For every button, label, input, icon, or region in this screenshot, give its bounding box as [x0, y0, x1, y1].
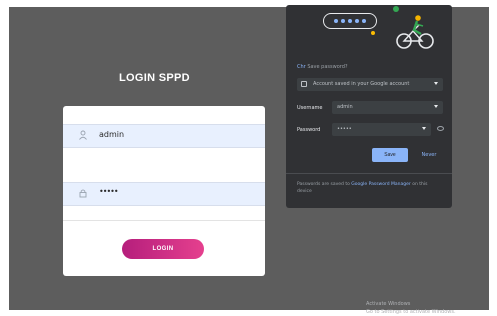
login-card: admin ••••• LOGIN: [63, 106, 265, 276]
chevron-down-icon: [434, 82, 438, 85]
popup-title-prefix: Chr: [297, 64, 306, 70]
password-illustration: [286, 5, 452, 53]
account-select[interactable]: Account saved in your Google account: [297, 78, 443, 91]
popup-divider: [286, 173, 452, 174]
watermark-line-1: Activate Windows: [366, 301, 411, 307]
watermark-line-2: Go to Settings to activate Windows.: [366, 309, 456, 315]
save-password-popup: Chr Save password? Account saved in your…: [286, 5, 452, 208]
username-value[interactable]: admin: [99, 130, 124, 139]
popup-username-field[interactable]: admin: [332, 101, 443, 114]
account-text: Account saved in your Google account: [313, 81, 410, 87]
popup-username-value[interactable]: admin: [337, 104, 353, 110]
password-manager-link[interactable]: Google Password Manager: [351, 182, 410, 187]
popup-title: Chr Save password?: [297, 64, 348, 70]
username-field[interactable]: admin: [63, 124, 265, 148]
username-label: Username: [297, 105, 323, 111]
user-icon: [77, 130, 89, 142]
key-icon: [371, 31, 375, 35]
chevron-down-icon: [422, 127, 426, 130]
chevron-down-icon: [434, 105, 438, 108]
account-icon: [301, 81, 307, 87]
cyclist-icon: [396, 15, 434, 49]
popup-footer: Passwords are saved to Google Password M…: [297, 181, 443, 195]
password-value[interactable]: •••••: [99, 187, 119, 196]
password-field[interactable]: •••••: [63, 182, 265, 206]
password-label: Password: [297, 127, 321, 133]
card-divider: [63, 220, 265, 221]
popup-password-field[interactable]: •••••: [332, 123, 431, 136]
save-button[interactable]: Save: [372, 148, 408, 162]
login-button[interactable]: LOGIN: [122, 239, 204, 259]
popup-title-text: Save password?: [307, 64, 348, 70]
footer-prefix: Passwords are saved to: [297, 182, 350, 187]
eye-icon[interactable]: [437, 126, 444, 131]
never-button[interactable]: Never: [414, 148, 444, 162]
lock-icon: [77, 188, 89, 200]
green-dot-icon: [393, 6, 399, 12]
password-bubble-icon: [323, 13, 377, 29]
activate-windows-watermark: Activate Windows Go to Settings to activ…: [366, 300, 456, 316]
login-title: LOGIN SPPD: [119, 72, 190, 84]
popup-password-value[interactable]: •••••: [337, 126, 352, 132]
